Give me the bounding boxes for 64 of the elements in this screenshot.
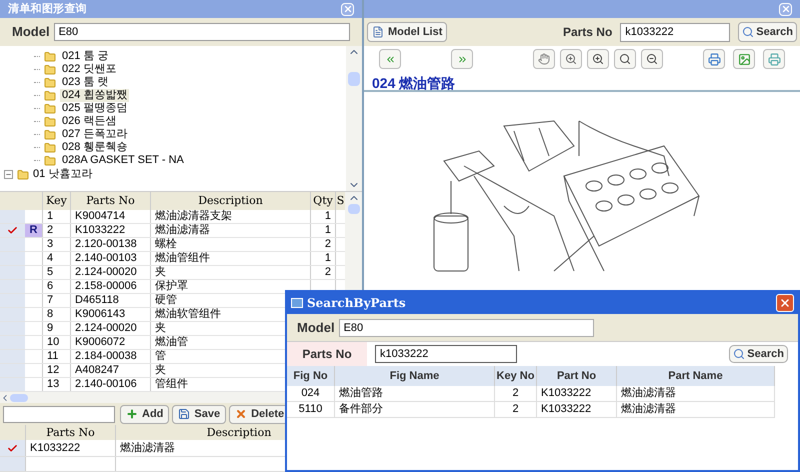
table-cell: 7 <box>42 294 70 307</box>
table-cell: 2 <box>495 386 537 401</box>
table-cell: 燃油滤清器 <box>617 386 775 401</box>
column-header: Fig No <box>287 366 335 386</box>
table-cell: K1033222 <box>537 386 617 401</box>
table-cell: 2 <box>495 402 537 417</box>
table-cell: 4 <box>42 252 70 265</box>
table-cell: 备件部分 <box>335 402 495 417</box>
table-cell: 2 <box>310 266 335 279</box>
table-cell: 1 <box>310 224 335 237</box>
table-cell: 2.120-00138 <box>70 238 150 251</box>
model-label: Model <box>12 23 50 42</box>
column-header: Fig Name <box>335 366 495 386</box>
table-cell: D465118 <box>70 294 150 307</box>
column-header: Description <box>150 192 310 210</box>
table-cell: K9006072 <box>70 336 150 349</box>
table-cell: 1 <box>310 210 335 223</box>
table-cell: 10 <box>42 336 70 349</box>
table-cell: 6 <box>42 280 70 293</box>
table-cell: 2 <box>42 224 70 237</box>
column-header: Parts No <box>25 425 115 440</box>
table-cell: 2.184-00038 <box>70 350 150 363</box>
table-cell: 1 <box>310 252 335 265</box>
column-header: Part No <box>537 366 617 386</box>
table-cell: 燃油滤清器 <box>617 402 775 417</box>
column-header: Qty <box>310 192 335 210</box>
column-header: Part Name <box>617 366 775 386</box>
parts-no-label: Parts No <box>287 342 367 366</box>
table-cell: 2.124-00020 <box>70 266 150 279</box>
table-cell: 2.158-00006 <box>70 280 150 293</box>
figure-title: 024 燃油管路 <box>372 75 456 91</box>
table-cell: 3 <box>42 238 70 251</box>
table-cell: 5110 <box>287 402 335 417</box>
table-cell: 燃油滤清器支架 <box>150 210 310 223</box>
flag-cell: R <box>25 224 42 237</box>
table-cell: 2 <box>310 238 335 251</box>
table-cell: 燃油管路 <box>335 386 495 401</box>
table-cell: K1033222 <box>25 440 115 456</box>
table-cell: 2.124-00020 <box>70 322 150 335</box>
window-title: 清单和图形查询 <box>8 2 87 17</box>
table-cell: 夹 <box>150 266 310 279</box>
table-cell: 8 <box>42 308 70 321</box>
column-header: Key No <box>495 366 537 386</box>
window-title: SearchByParts <box>307 295 406 312</box>
table-cell: 12 <box>42 364 70 377</box>
table-cell: 2.140-00106 <box>70 378 150 391</box>
table-cell: 024 <box>287 386 335 401</box>
table-cell: K1033222 <box>70 224 150 237</box>
table-cell: 5 <box>42 266 70 279</box>
table-cell: 2.140-00103 <box>70 252 150 265</box>
table-cell: 11 <box>42 350 70 363</box>
table-cell: K1033222 <box>537 402 617 417</box>
table-cell: A408247 <box>70 364 150 377</box>
table-cell: K9006143 <box>70 308 150 321</box>
column-header: Parts No <box>70 192 150 210</box>
table-cell: 燃油滤清器 <box>150 224 310 237</box>
table-cell: 13 <box>42 378 70 391</box>
table-cell: 燃油管组件 <box>150 252 310 265</box>
table-cell: 1 <box>42 210 70 223</box>
column-header: Key <box>42 192 70 210</box>
table-cell: 螺栓 <box>150 238 310 251</box>
table-cell: K9004714 <box>70 210 150 223</box>
table-cell: 9 <box>42 322 70 335</box>
parts-no-label: Parts No <box>562 24 612 41</box>
